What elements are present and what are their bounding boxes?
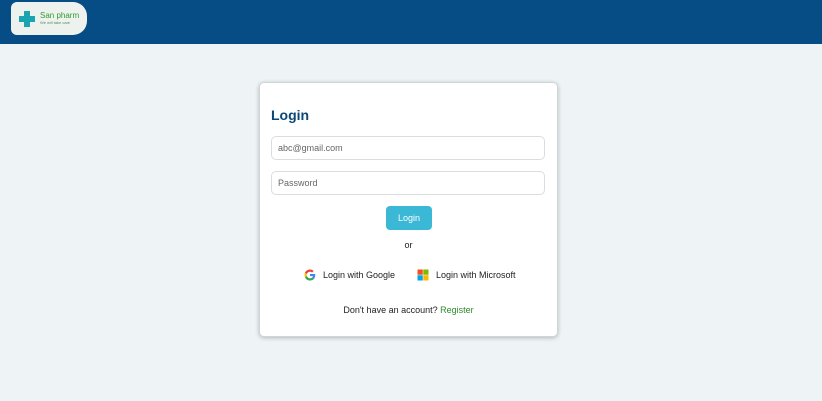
medical-cross-icon	[19, 10, 35, 27]
logo-text: San pharm We will take care	[40, 12, 79, 25]
password-input[interactable]	[271, 171, 545, 195]
microsoft-label: Login with Microsoft	[436, 270, 516, 280]
brand-name: San pharm	[40, 11, 80, 20]
login-title: Login	[271, 107, 310, 123]
register-link[interactable]: Register	[440, 305, 474, 315]
brand-tagline: We will take care	[40, 20, 71, 25]
microsoft-icon	[417, 269, 429, 281]
login-button[interactable]: Login	[386, 206, 432, 230]
email-input[interactable]	[271, 136, 545, 160]
top-header-bar: San pharm We will take care	[0, 0, 822, 44]
google-label: Login with Google	[323, 270, 396, 280]
login-with-microsoft-button[interactable]: Login with Microsoft	[417, 269, 516, 281]
login-card: Login Login or Login with Google Login w…	[259, 82, 558, 337]
login-with-google-button[interactable]: Login with Google	[304, 269, 395, 281]
brand-logo[interactable]: San pharm We will take care	[11, 2, 87, 35]
signup-prompt: Don't have an account? Register	[260, 305, 557, 315]
google-icon	[304, 269, 316, 281]
or-divider: or	[404, 240, 413, 250]
signup-prompt-text: Don't have an account?	[343, 305, 438, 315]
